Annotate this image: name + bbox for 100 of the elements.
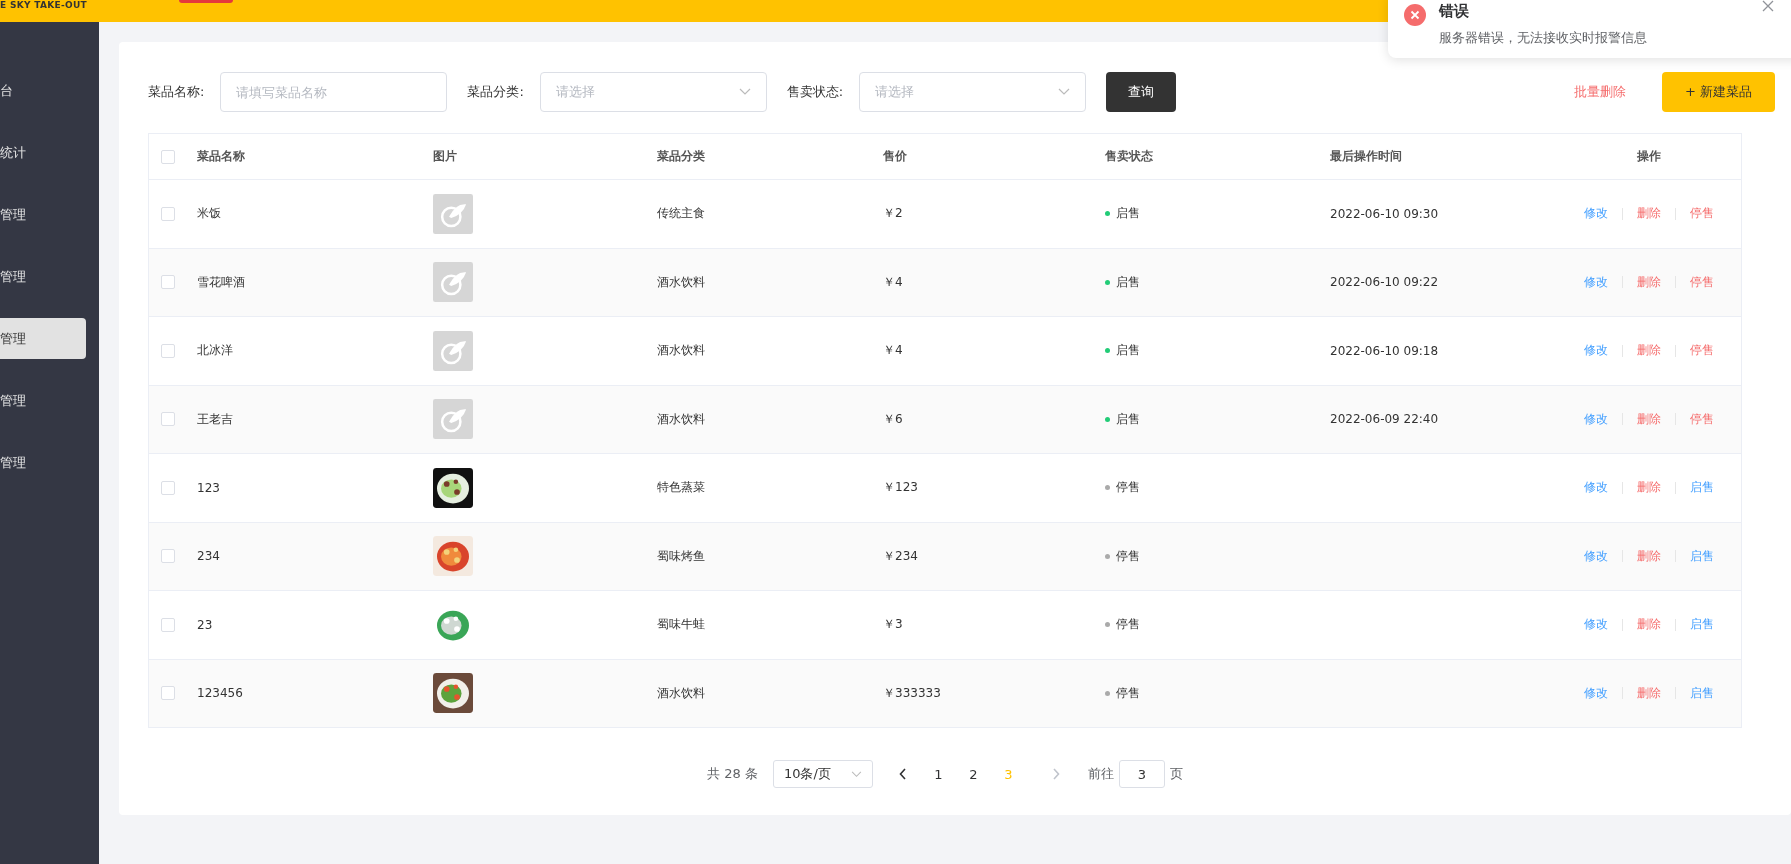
previous-page-icon[interactable] xyxy=(898,768,907,780)
toggle-sale-link[interactable]: 启售 xyxy=(1690,616,1714,634)
category-select[interactable]: 请选择 xyxy=(539,72,767,112)
column-header: 菜品分类 xyxy=(657,148,705,165)
sidebar-item[interactable]: 管理 xyxy=(0,380,86,421)
page-number[interactable]: 1 xyxy=(920,766,956,782)
sidebar-item[interactable]: 管理 xyxy=(0,256,86,297)
table-cell: ￥3 xyxy=(883,616,903,634)
table-cell: 蜀味烤鱼 xyxy=(657,547,705,565)
edit-link[interactable]: 修改 xyxy=(1584,616,1608,634)
delete-link[interactable]: 删除 xyxy=(1637,547,1661,565)
placeholder-image xyxy=(433,399,473,440)
close-icon[interactable] xyxy=(1762,0,1774,12)
edit-link[interactable]: 修改 xyxy=(1584,547,1608,565)
table-cell: 王老吉 xyxy=(197,410,233,428)
table-cell: 123 xyxy=(197,480,220,495)
delete-link[interactable]: 删除 xyxy=(1637,205,1661,223)
toggle-sale-link[interactable]: 启售 xyxy=(1690,547,1714,565)
table-cell: 酒水饮料 xyxy=(657,684,705,702)
column-header: 操作 xyxy=(1637,148,1661,165)
batch-delete-link[interactable]: 批量删除 xyxy=(1574,83,1626,101)
header-badge xyxy=(178,0,233,3)
table-cell: 停售 xyxy=(1116,616,1140,634)
edit-link[interactable]: 修改 xyxy=(1584,684,1608,702)
toggle-sale-link[interactable]: 停售 xyxy=(1690,205,1714,223)
row-checkbox[interactable] xyxy=(161,412,175,427)
delete-link[interactable]: 删除 xyxy=(1637,342,1661,360)
table-cell: 停售 xyxy=(1116,684,1140,702)
table-cell: 雪花啤酒 xyxy=(197,273,245,291)
row-checkbox[interactable] xyxy=(161,206,175,221)
table-cell: ￥4 xyxy=(883,342,903,360)
placeholder-image xyxy=(433,262,473,303)
name-input-field[interactable]: 请填写菜品名称 xyxy=(220,72,448,112)
table-cell: ￥123 xyxy=(883,479,918,497)
row-checkbox[interactable] xyxy=(161,549,175,564)
edit-link[interactable]: 修改 xyxy=(1584,479,1608,497)
column-header: 菜品名称 xyxy=(197,148,245,165)
table-cell: ￥234 xyxy=(883,547,918,565)
page-number[interactable]: 2 xyxy=(955,766,991,782)
table-cell: 停售 xyxy=(1116,479,1140,497)
table-cell: 2022-06-10 09:30 xyxy=(1330,206,1439,221)
table-cell: 2022-06-10 09:22 xyxy=(1330,275,1439,290)
sidebar-item[interactable]: 管理 xyxy=(0,442,86,483)
chevron-down-icon xyxy=(738,88,751,96)
edit-link[interactable]: 修改 xyxy=(1584,342,1608,360)
status-select[interactable]: 请选择 xyxy=(859,72,1087,112)
delete-link[interactable]: 删除 xyxy=(1637,479,1661,497)
column-header: 图片 xyxy=(433,148,457,165)
sidebar-item[interactable]: 台 xyxy=(0,70,86,111)
row-checkbox[interactable] xyxy=(161,480,175,495)
table-cell: 酒水饮料 xyxy=(657,273,705,291)
toggle-sale-link[interactable]: 停售 xyxy=(1690,410,1714,428)
goto-page-field[interactable]: 3 xyxy=(1118,760,1165,788)
row-checkbox[interactable] xyxy=(161,275,175,290)
column-header: 最后操作时间 xyxy=(1330,148,1402,165)
delete-link[interactable]: 删除 xyxy=(1637,684,1661,702)
column-header: 售卖状态 xyxy=(1105,148,1153,165)
row-checkbox[interactable] xyxy=(161,686,175,701)
error-icon xyxy=(1404,4,1426,26)
toggle-sale-link[interactable]: 停售 xyxy=(1690,342,1714,360)
delete-link[interactable]: 删除 xyxy=(1637,273,1661,291)
row-checkbox[interactable] xyxy=(161,617,175,632)
delete-link[interactable]: 删除 xyxy=(1637,410,1661,428)
page-number[interactable]: 3 xyxy=(990,766,1026,782)
sidebar-item[interactable]: 管理 xyxy=(0,318,86,359)
table-cell: 启售 xyxy=(1116,342,1140,360)
edit-link[interactable]: 修改 xyxy=(1584,410,1608,428)
table-cell: 2022-06-10 09:18 xyxy=(1330,343,1439,358)
table-cell: 启售 xyxy=(1116,410,1140,428)
table-cell: ￥2 xyxy=(883,205,903,223)
page-size-select[interactable]: 10条/页 xyxy=(772,760,873,788)
table-cell: 蜀味牛蛙 xyxy=(657,616,705,634)
filter-label: 菜品名称: xyxy=(148,83,205,101)
select-all-checkbox[interactable] xyxy=(161,149,175,164)
table-cell: ￥6 xyxy=(883,410,903,428)
chevron-down-icon xyxy=(850,770,862,778)
edit-link[interactable]: 修改 xyxy=(1584,273,1608,291)
filter-label: 菜品分类: xyxy=(467,83,524,101)
logo-text: E SKY TAKE-OUT xyxy=(0,0,87,11)
chevron-down-icon xyxy=(1058,88,1071,96)
placeholder-image xyxy=(433,193,473,234)
delete-link[interactable]: 删除 xyxy=(1637,616,1661,634)
column-header: 售价 xyxy=(883,148,907,165)
row-checkbox[interactable] xyxy=(161,343,175,358)
sidebar-item[interactable]: 管理 xyxy=(0,194,86,235)
table-cell: 米饭 xyxy=(197,205,221,223)
placeholder-image xyxy=(433,330,473,371)
table-cell: 启售 xyxy=(1116,273,1140,291)
toggle-sale-link[interactable]: 停售 xyxy=(1690,273,1714,291)
table-cell: ￥4 xyxy=(883,273,903,291)
query-button[interactable]: 查询 xyxy=(1106,72,1177,112)
sidebar-item[interactable]: 统计 xyxy=(0,132,86,173)
toggle-sale-link[interactable]: 启售 xyxy=(1690,479,1714,497)
filter-label: 售卖状态: xyxy=(786,83,844,101)
table-cell: 2022-06-09 22:40 xyxy=(1330,412,1439,427)
table-cell: ￥333333 xyxy=(883,684,941,702)
toggle-sale-link[interactable]: 启售 xyxy=(1690,684,1714,702)
edit-link[interactable]: 修改 xyxy=(1584,205,1608,223)
add-dish-button[interactable]: + 新建菜品 xyxy=(1662,72,1775,112)
table-cell: 酒水饮料 xyxy=(657,410,705,428)
